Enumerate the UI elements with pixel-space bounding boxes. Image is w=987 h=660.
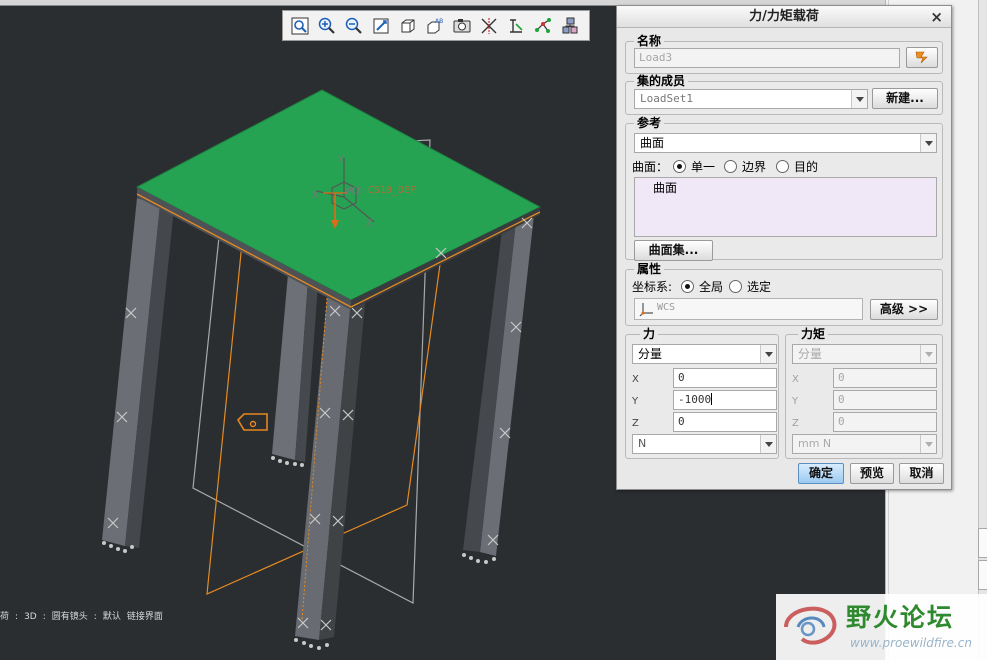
advanced-button[interactable]: 高级 >> (870, 299, 938, 320)
radio-boundary-label: 边界 (742, 160, 767, 174)
svg-text:AB: AB (435, 18, 443, 25)
properties-label: 属性 (634, 262, 665, 276)
dialog-title: 力/力矩载荷 (617, 6, 951, 28)
csys-value: WCS (657, 302, 676, 313)
force-mode-select[interactable]: 分量 (632, 344, 777, 364)
force-z-label: Z (632, 418, 639, 429)
csys-collector[interactable]: WCS (634, 298, 863, 320)
wcs-label: WCS (345, 186, 363, 197)
moment-label: 力矩 (798, 327, 829, 341)
moment-x-input[interactable]: 0 (833, 368, 937, 388)
view-toolbar: AB (282, 10, 590, 41)
close-icon[interactable]: × (930, 8, 943, 26)
moment-y-input[interactable]: 0 (833, 390, 937, 410)
force-group: 力 分量 X 0 Y -1000 Z 0 N (625, 327, 779, 459)
forum-watermark: 野火论坛 www.proewildfire.cn (776, 594, 987, 660)
moment-unit-select[interactable]: mm N (792, 434, 937, 454)
radio-selected-label: 选定 (747, 280, 772, 294)
radio-global-label: 全局 (699, 280, 724, 294)
saved-views-icon[interactable] (449, 13, 474, 38)
radio-global[interactable] (681, 280, 694, 293)
name-group: 名称 Load3 (625, 34, 943, 74)
load-set-select[interactable]: LoadSet1 (634, 89, 868, 109)
force-y-input[interactable]: -1000 (673, 390, 777, 410)
properties-group: 属性 坐标系: 全局 选定 WCS 高级 >> (625, 262, 943, 326)
viewport-status-bar: 荷:3D: 圆有镜头: 默认 链接界面 (0, 612, 163, 622)
watermark-title: 野火论坛 (846, 603, 955, 632)
force-y-label: Y (632, 396, 639, 407)
zoom-in-icon[interactable] (314, 13, 339, 38)
watermark-url: www.proewildfire.cn (850, 636, 972, 650)
reference-type-select[interactable]: 曲面 (634, 133, 937, 153)
datum-point-display-icon[interactable] (530, 13, 555, 38)
leg-left[interactable] (102, 198, 174, 548)
reference-group: 参考 曲面 曲面： 单一 边界 目的 曲面 曲面集... (625, 116, 943, 261)
leg-right[interactable] (463, 212, 534, 556)
slab-top-surface[interactable] (135, 89, 542, 310)
zoom-out-icon[interactable] (341, 13, 366, 38)
new-set-button[interactable]: 新建... (872, 88, 938, 109)
radio-single[interactable] (673, 160, 686, 173)
panel-tab[interactable] (978, 528, 987, 558)
name-group-label: 名称 (634, 34, 665, 48)
load-tag-icon[interactable] (236, 413, 268, 431)
radio-selected[interactable] (729, 280, 742, 293)
panel-tab[interactable] (978, 560, 987, 590)
surface-collector[interactable]: 曲面 (634, 177, 937, 237)
reference-label: 参考 (634, 116, 665, 130)
view-orientation-icon[interactable] (395, 13, 420, 38)
moment-z-input[interactable]: 0 (833, 412, 937, 432)
csys-label: CS10_DEF (368, 185, 416, 196)
moment-z-label: Z (792, 418, 799, 429)
leg-back[interactable] (272, 274, 318, 462)
csys-icon (639, 303, 653, 317)
axis-x-label: X (312, 191, 318, 201)
radio-single-label: 单一 (691, 160, 716, 174)
axis-z-label: Z (366, 219, 372, 229)
csys-label: 坐标系: (632, 280, 673, 294)
collector-item[interactable]: 曲面 (653, 180, 677, 196)
force-x-label: X (632, 374, 639, 385)
forum-logo-icon (784, 606, 837, 645)
force-moment-load-dialog: 力/力矩载荷 × 名称 Load3 集的成员 LoadSet1 新建... 参考… (616, 5, 952, 490)
datum-axis-display-icon[interactable] (503, 13, 528, 38)
force-label: 力 (640, 327, 659, 341)
load-color-button[interactable] (906, 47, 938, 68)
radio-boundary[interactable] (724, 160, 737, 173)
ok-button[interactable]: 确定 (798, 463, 844, 484)
load-name-field[interactable]: Load3 (634, 48, 900, 68)
radio-intent[interactable] (776, 160, 789, 173)
member-set-group: 集的成员 LoadSet1 新建... (625, 74, 943, 115)
moment-x-label: X (792, 374, 799, 385)
csys-display-icon[interactable] (557, 13, 582, 38)
refit-icon[interactable] (287, 13, 312, 38)
radio-intent-label: 目的 (794, 160, 819, 174)
moment-y-label: Y (792, 396, 799, 407)
datum-plane-display-icon[interactable] (476, 13, 501, 38)
moment-mode-select[interactable]: 分量 (792, 344, 937, 364)
moment-group: 力矩 分量 X 0 Y 0 Z 0 mm N (785, 327, 943, 459)
axis-y-label: Y (337, 155, 344, 165)
member-set-label: 集的成员 (634, 74, 689, 88)
surface-set-button[interactable]: 曲面集... (634, 240, 713, 261)
repaint-icon[interactable] (368, 13, 393, 38)
named-views-icon[interactable]: AB (422, 13, 447, 38)
force-z-input[interactable]: 0 (673, 412, 777, 432)
preview-button[interactable]: 预览 (850, 463, 894, 484)
force-unit-select[interactable]: N (632, 434, 777, 454)
force-x-input[interactable]: 0 (673, 368, 777, 388)
load-color-icon (915, 51, 928, 64)
cancel-button[interactable]: 取消 (899, 463, 944, 484)
surface-mode-label: 曲面： (632, 160, 669, 174)
